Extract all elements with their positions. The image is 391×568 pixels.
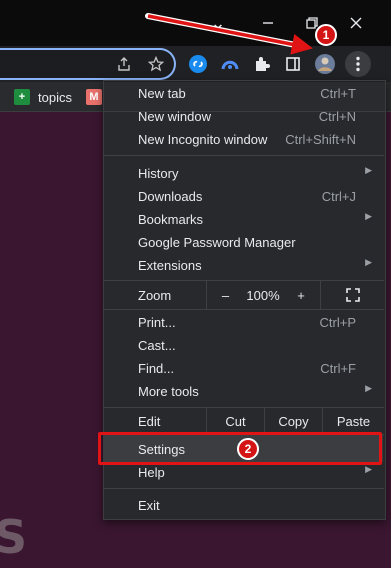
step-badge-2: 2 [237,438,259,460]
annotation-arrow [145,13,313,55]
step-badge-1: 1 [315,24,337,46]
